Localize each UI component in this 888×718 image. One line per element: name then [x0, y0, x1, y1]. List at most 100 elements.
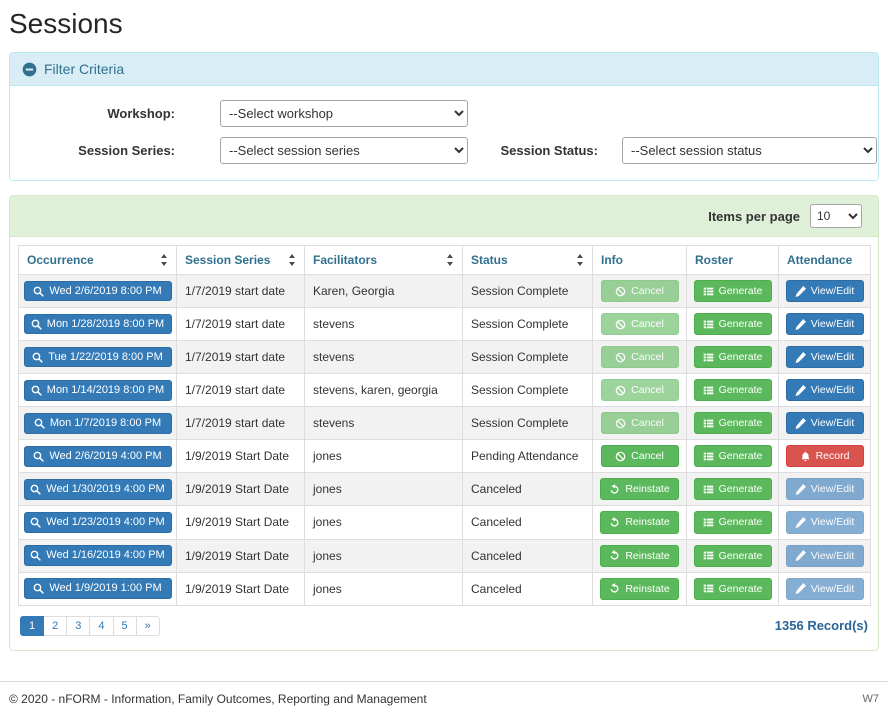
roster-cell: Generate — [687, 473, 779, 506]
session-row: Wed 2/6/2019 8:00 PM1/7/2019 start dateK… — [19, 275, 871, 308]
occurrence-button[interactable]: Wed 2/6/2019 4:00 PM — [24, 446, 172, 467]
session-row: Tue 1/22/2019 8:00 PM1/7/2019 start date… — [19, 341, 871, 374]
occurrence-button[interactable]: Mon 1/28/2019 8:00 PM — [24, 314, 172, 335]
occurrence-button[interactable]: Wed 1/30/2019 4:00 PM — [24, 479, 172, 500]
view-edit-button[interactable]: View/Edit — [786, 511, 864, 533]
items-per-page-select[interactable]: 10 — [810, 204, 862, 228]
pagination-next[interactable]: » — [136, 616, 160, 636]
results-panel-footer: 12345» 1356 Record(s) — [10, 614, 878, 650]
sort-icon[interactable] — [288, 254, 296, 266]
workshop-label: Workshop: — [24, 106, 220, 121]
generate-button[interactable]: Generate — [694, 478, 772, 500]
generate-button[interactable]: Generate — [694, 412, 772, 434]
minus-circle-icon[interactable] — [22, 62, 37, 77]
column-header-facilitators[interactable]: Facilitators — [305, 246, 463, 275]
pagination-page-1[interactable]: 1 — [20, 616, 44, 636]
column-header-attendance: Attendance — [779, 246, 871, 275]
attendance-cell: View/Edit — [779, 572, 871, 605]
generate-button[interactable]: Generate — [694, 280, 772, 302]
sort-icon[interactable] — [160, 254, 168, 266]
cancel-button[interactable]: Cancel — [601, 280, 679, 302]
attendance-cell: View/Edit — [779, 473, 871, 506]
facilitators-cell: stevens, karen, georgia — [305, 374, 463, 407]
cancel-button[interactable]: Cancel — [601, 379, 679, 401]
cancel-button[interactable]: Cancel — [601, 412, 679, 434]
view-edit-button[interactable]: View/Edit — [786, 478, 864, 500]
attendance-cell: View/Edit — [779, 374, 871, 407]
column-header-session-series[interactable]: Session Series — [177, 246, 305, 275]
occurrence-button[interactable]: Mon 1/14/2019 8:00 PM — [24, 380, 172, 401]
generate-button[interactable]: Generate — [694, 445, 772, 467]
pagination-page-3[interactable]: 3 — [66, 616, 90, 636]
status-cell: Canceled — [463, 473, 593, 506]
roster-cell: Generate — [687, 506, 779, 539]
session-series-cell: 1/9/2019 Start Date — [177, 539, 305, 572]
page: Sessions Filter Criteria Workshop: --Sel… — [0, 0, 888, 718]
search-icon — [33, 583, 44, 594]
reinstate-button[interactable]: Reinstate — [600, 511, 678, 533]
session-row: Wed 1/16/2019 4:00 PM1/9/2019 Start Date… — [19, 539, 871, 572]
occurrence-button[interactable]: Mon 1/7/2019 8:00 PM — [24, 413, 172, 434]
facilitators-cell: stevens — [305, 308, 463, 341]
view-edit-button[interactable]: View/Edit — [786, 379, 864, 401]
reinstate-button[interactable]: Reinstate — [600, 478, 678, 500]
list-icon — [703, 352, 714, 363]
list-icon — [703, 517, 714, 528]
bell-icon — [800, 451, 811, 462]
view-edit-button[interactable]: View/Edit — [786, 545, 864, 567]
occurrence-button[interactable]: Wed 2/6/2019 8:00 PM — [24, 281, 172, 302]
roster-cell: Generate — [687, 374, 779, 407]
session-row: Wed 1/23/2019 4:00 PM1/9/2019 Start Date… — [19, 506, 871, 539]
session-series-select[interactable]: --Select session series — [220, 137, 468, 164]
view-edit-button[interactable]: View/Edit — [786, 412, 864, 434]
view-edit-button[interactable]: View/Edit — [786, 280, 864, 302]
pagination-page-4[interactable]: 4 — [89, 616, 113, 636]
search-icon — [32, 352, 43, 363]
sort-icon[interactable] — [576, 254, 584, 266]
view-edit-button[interactable]: View/Edit — [786, 346, 864, 368]
record-button[interactable]: Record — [786, 445, 864, 467]
facilitators-cell: jones — [305, 473, 463, 506]
undo-icon — [609, 517, 620, 528]
occurrence-button[interactable]: Wed 1/9/2019 1:00 PM — [24, 578, 172, 599]
view-edit-button[interactable]: View/Edit — [786, 578, 864, 600]
occurrence-button[interactable]: Tue 1/22/2019 8:00 PM — [24, 347, 172, 368]
generate-button[interactable]: Generate — [694, 578, 772, 600]
generate-button[interactable]: Generate — [694, 346, 772, 368]
reinstate-button[interactable]: Reinstate — [600, 578, 678, 600]
generate-button[interactable]: Generate — [694, 511, 772, 533]
cancel-button[interactable]: Cancel — [601, 313, 679, 335]
pencil-icon — [795, 583, 806, 594]
sort-icon[interactable] — [446, 254, 454, 266]
session-series-cell: 1/7/2019 start date — [177, 308, 305, 341]
cancel-button[interactable]: Cancel — [601, 346, 679, 368]
search-icon — [31, 385, 42, 396]
facilitators-cell: jones — [305, 506, 463, 539]
session-series-cell: 1/7/2019 start date — [177, 407, 305, 440]
sessions-table-wrap: OccurrenceSession SeriesFacilitatorsStat… — [10, 237, 878, 614]
info-cell: Cancel — [593, 341, 687, 374]
view-edit-button[interactable]: View/Edit — [786, 313, 864, 335]
column-header-occurrence[interactable]: Occurrence — [19, 246, 177, 275]
column-header-status[interactable]: Status — [463, 246, 593, 275]
session-series-cell: 1/9/2019 Start Date — [177, 440, 305, 473]
generate-button[interactable]: Generate — [694, 313, 772, 335]
info-cell: Cancel — [593, 374, 687, 407]
pagination-page-5[interactable]: 5 — [113, 616, 137, 636]
info-cell: Reinstate — [593, 473, 687, 506]
pagination-page-2[interactable]: 2 — [43, 616, 67, 636]
reinstate-button[interactable]: Reinstate — [600, 545, 678, 567]
attendance-cell: View/Edit — [779, 275, 871, 308]
ban-icon — [615, 385, 626, 396]
cancel-button[interactable]: Cancel — [601, 445, 679, 467]
list-icon — [703, 583, 714, 594]
attendance-cell: View/Edit — [779, 407, 871, 440]
occurrence-button[interactable]: Wed 1/23/2019 4:00 PM — [24, 512, 172, 533]
status-cell: Canceled — [463, 539, 593, 572]
filter-panel-header[interactable]: Filter Criteria — [10, 53, 878, 86]
generate-button[interactable]: Generate — [694, 379, 772, 401]
occurrence-button[interactable]: Wed 1/16/2019 4:00 PM — [24, 545, 172, 566]
session-status-select[interactable]: --Select session status — [622, 137, 877, 164]
workshop-select[interactable]: --Select workshop — [220, 100, 468, 127]
generate-button[interactable]: Generate — [694, 545, 772, 567]
